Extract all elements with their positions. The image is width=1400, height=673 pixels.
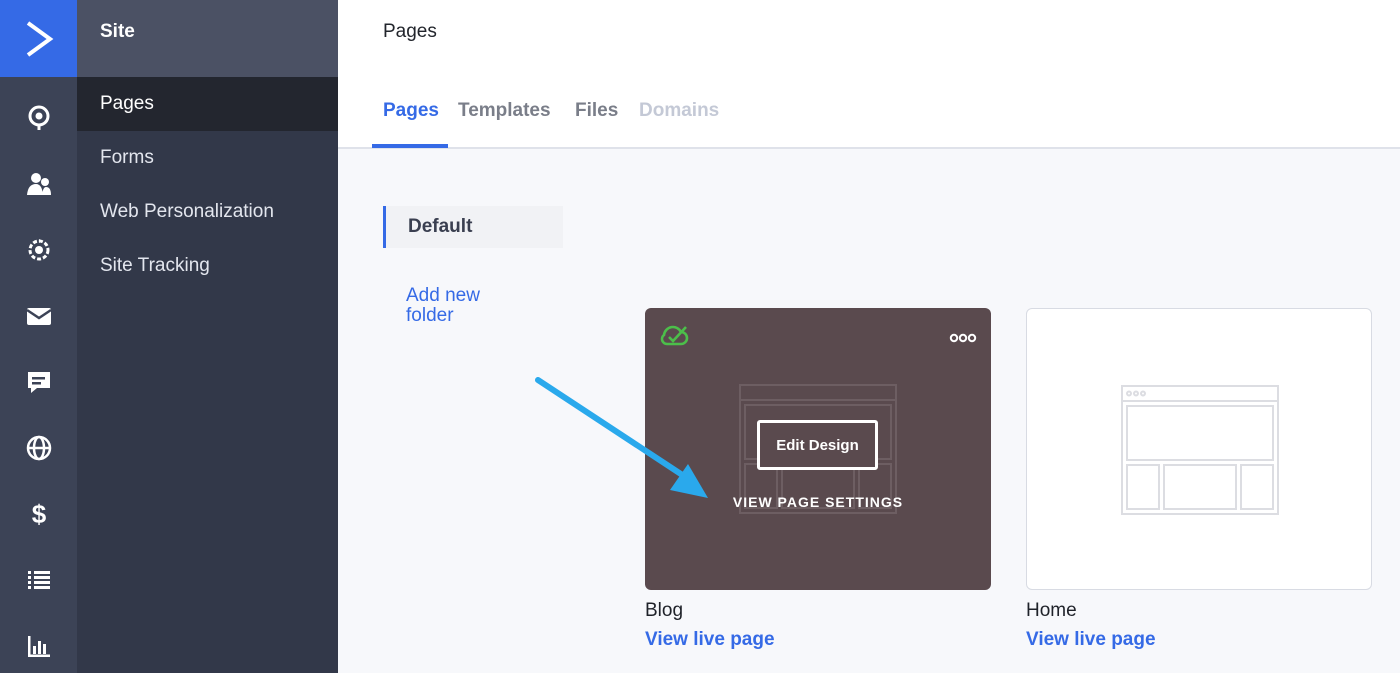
list-icon[interactable] — [0, 560, 77, 600]
svg-text:$: $ — [31, 500, 46, 528]
page-header: Pages Pages Templates Files Domains — [338, 0, 1400, 149]
location-pin-icon[interactable] — [0, 98, 77, 138]
sidebar-header: Site — [77, 0, 338, 77]
contacts-icon[interactable] — [0, 164, 77, 204]
sidebar-item-site-tracking[interactable]: Site Tracking — [77, 239, 338, 293]
tab-domains: Domains — [639, 100, 720, 121]
email-icon[interactable] — [0, 296, 77, 336]
page-card-home[interactable] — [1026, 308, 1372, 590]
tab-templates[interactable]: Templates — [458, 100, 551, 122]
page-name-blog: Blog — [645, 600, 684, 621]
sidebar-title: Site — [100, 21, 135, 42]
activecampaign-logo-icon[interactable] — [0, 0, 77, 77]
sidebar-item-pages[interactable]: Pages — [77, 77, 338, 131]
chat-icon[interactable] — [0, 362, 77, 402]
cloud-check-icon — [659, 324, 689, 353]
tab-pages[interactable]: Pages — [383, 100, 439, 122]
add-new-folder-link[interactable]: Add new folder — [406, 286, 516, 326]
page-title: Pages — [383, 21, 437, 42]
site-sidebar: Site Pages Forms Web Personalization Sit… — [77, 0, 338, 673]
active-tab-indicator — [372, 144, 448, 148]
more-options-icon[interactable] — [949, 330, 977, 348]
view-live-page-link-home[interactable]: View live page — [1026, 629, 1156, 651]
page-name-home: Home — [1026, 600, 1077, 621]
reports-chart-icon[interactable] — [0, 626, 77, 666]
dollar-icon[interactable]: $ — [0, 494, 77, 534]
annotation-arrow-icon — [535, 377, 708, 498]
edit-design-button[interactable]: Edit Design — [757, 420, 878, 470]
sidebar-item-forms[interactable]: Forms — [77, 131, 338, 185]
tab-files[interactable]: Files — [575, 100, 618, 122]
page-thumbnail-wireframe — [1121, 385, 1279, 515]
sidebar-item-web-personalization[interactable]: Web Personalization — [77, 185, 338, 239]
view-live-page-link-blog[interactable]: View live page — [645, 629, 775, 651]
automation-gear-icon[interactable] — [0, 230, 77, 270]
folder-default[interactable]: Default — [383, 206, 563, 248]
globe-icon[interactable] — [0, 428, 77, 468]
icon-rail: $ — [0, 0, 77, 673]
